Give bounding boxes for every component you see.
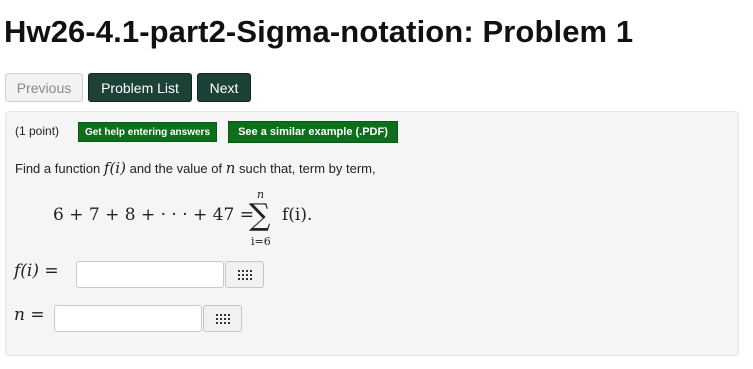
prompt-text-rest: such that, term by term, <box>239 161 376 176</box>
prompt-math-n: n <box>225 159 236 177</box>
sigma-lower-limit: i=6 <box>251 235 271 248</box>
sigma-symbol: ∑ <box>249 198 271 233</box>
next-button[interactable]: Next <box>197 73 251 102</box>
equation-lhs: 6 + 7 + 8 + · · · + 47 = <box>53 205 254 225</box>
similar-example-pdf-button[interactable]: See a similar example (.PDF) <box>228 121 398 143</box>
prompt-text-find: Find a function <box>15 161 101 176</box>
page-title: Hw26-4.1-part2-Sigma-notation: Problem 1 <box>4 14 634 49</box>
matrix-grid-icon[interactable] <box>203 305 242 332</box>
answer-label-n: n = <box>14 305 45 325</box>
matrix-grid-icon[interactable] <box>225 261 264 288</box>
equation-rhs: f(i). <box>282 205 313 225</box>
previous-button[interactable]: Previous <box>5 73 83 102</box>
prompt-math-fi: f(i) <box>103 159 126 177</box>
problem-list-button[interactable]: Problem List <box>88 73 192 102</box>
answer-n-input[interactable] <box>54 305 202 332</box>
help-entering-answers-button[interactable]: Get help entering answers <box>78 122 217 142</box>
problem-panel: (1 point) Get help entering answers See … <box>5 111 739 356</box>
problem-prompt: Find a function f(i) and the value of n … <box>15 159 376 177</box>
sigma-equation: 6 + 7 + 8 + · · · + 47 = n ∑ i=6 f(i). <box>53 188 373 250</box>
prompt-text-and: and the value of <box>129 161 223 176</box>
points-label: (1 point) <box>15 124 60 138</box>
answer-label-fi: f(i) = <box>14 261 59 281</box>
answer-fi-input[interactable] <box>76 261 224 288</box>
